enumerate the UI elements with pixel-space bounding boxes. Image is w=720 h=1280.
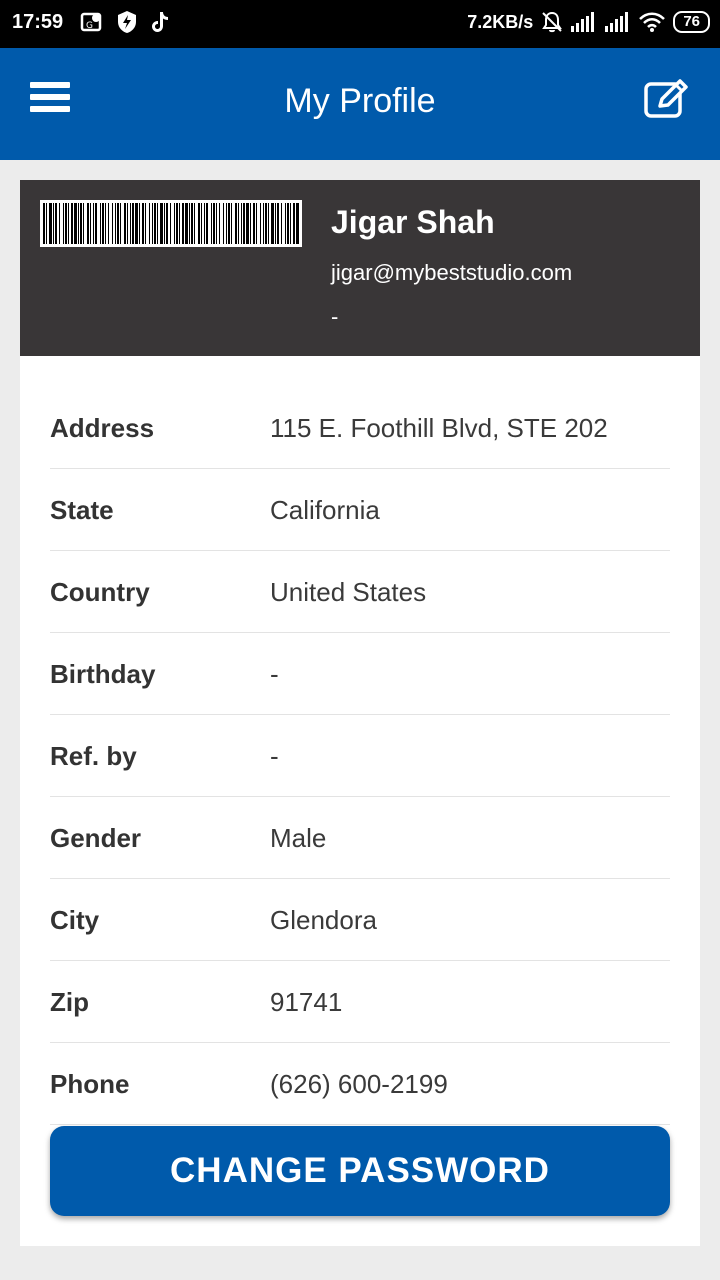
- page-title: My Profile: [284, 82, 436, 120]
- signal-icon: [571, 12, 595, 32]
- detail-row-zip: Zip 91741: [50, 961, 670, 1043]
- status-bar: 17:59 G 7.2KB/s 76: [0, 0, 720, 48]
- detail-row-ref-by: Ref. by -: [50, 715, 670, 797]
- detail-value: Male: [270, 823, 327, 853]
- detail-row-birthday: Birthday -: [50, 633, 670, 715]
- profile-email: jigar@mybeststudio.com: [331, 260, 573, 285]
- shield-bolt-icon: [118, 11, 136, 33]
- detail-value: Glendora: [270, 905, 377, 935]
- detail-label: Zip: [50, 987, 89, 1017]
- detail-row-state: State California: [50, 469, 670, 551]
- status-system-icons: 7.2KB/s 76: [467, 11, 710, 33]
- detail-value: United States: [270, 577, 427, 607]
- detail-value: -: [270, 659, 279, 689]
- network-speed: 7.2KB/s: [467, 11, 534, 32]
- detail-label: Birthday: [50, 659, 156, 689]
- status-notification-icons: G: [80, 10, 170, 34]
- profile-details-list: Address 115 E. Foothill Blvd, STE 202 St…: [50, 387, 670, 1125]
- app-bar: My Profile: [0, 48, 720, 160]
- detail-row-city: City Glendora: [50, 879, 670, 961]
- detail-label: Ref. by: [50, 741, 137, 771]
- status-time: 17:59: [12, 11, 64, 33]
- detail-value: (626) 600-2199: [270, 1069, 448, 1099]
- detail-label: City: [50, 905, 100, 935]
- detail-row-address: Address 115 E. Foothill Blvd, STE 202: [50, 387, 670, 469]
- detail-label: Country: [50, 577, 150, 607]
- detail-label: Gender: [50, 823, 142, 853]
- profile-card: Jigar Shah jigar@mybeststudio.com - Addr…: [20, 180, 700, 1246]
- change-password-button[interactable]: CHANGE PASSWORD: [50, 1126, 670, 1216]
- mute-bell-icon: [542, 11, 563, 33]
- detail-value: 91741: [270, 987, 343, 1017]
- detail-label: State: [50, 495, 114, 525]
- edit-icon[interactable]: [642, 76, 690, 122]
- detail-row-gender: Gender Male: [50, 797, 670, 879]
- tiktok-icon: [152, 12, 168, 32]
- detail-label: Phone: [50, 1069, 130, 1099]
- profile-extra: -: [331, 304, 339, 329]
- profile-name: Jigar Shah: [331, 204, 495, 240]
- detail-value: California: [270, 495, 380, 525]
- barcode-image: [40, 200, 302, 247]
- detail-row-phone: Phone (626) 600-2199: [50, 1043, 670, 1125]
- detail-value: 115 E. Foothill Blvd, STE 202: [270, 413, 608, 443]
- signal-icon: [605, 12, 629, 32]
- battery-icon: 76: [673, 11, 710, 33]
- svg-text:G: G: [86, 21, 93, 31]
- detail-value: -: [270, 741, 279, 771]
- gallery-location-icon: G: [80, 12, 102, 32]
- profile-header: Jigar Shah jigar@mybeststudio.com -: [20, 180, 700, 356]
- detail-row-country: Country United States: [50, 551, 670, 633]
- detail-label: Address: [50, 413, 155, 443]
- wifi-icon: [639, 12, 666, 32]
